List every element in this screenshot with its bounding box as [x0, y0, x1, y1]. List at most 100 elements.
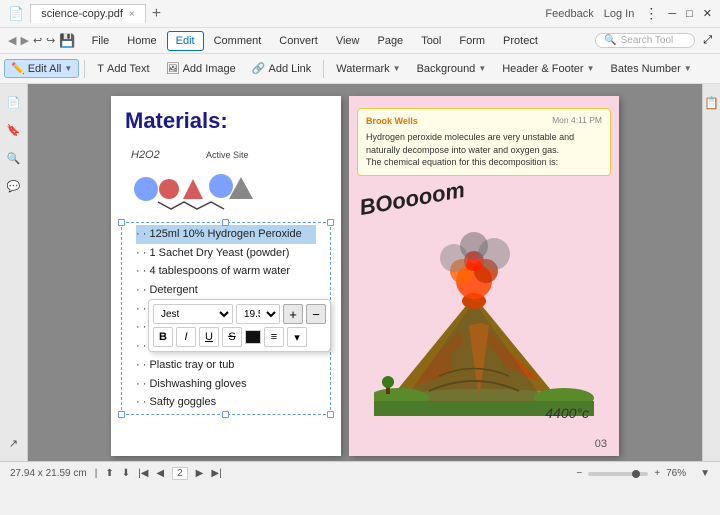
page-nav-prev[interactable]: ◀ [156, 468, 164, 479]
font-family-select[interactable]: Jest [153, 304, 233, 324]
menu-convert[interactable]: Convert [271, 32, 326, 50]
handle-tl[interactable] [118, 219, 125, 226]
main-toolbar: ✏️ Edit All ▼ T Add Text 🖼 Add Image 🔗 A… [0, 54, 720, 84]
handle-bm[interactable] [222, 411, 229, 418]
background-dropdown-arrow[interactable]: ▼ [478, 64, 486, 73]
menu-tool[interactable]: Tool [413, 32, 449, 50]
nav-back-button[interactable]: ◀ [8, 34, 16, 47]
zoom-in-button[interactable]: + [654, 468, 660, 479]
list-icon: ≡ [271, 331, 277, 343]
header-footer-button[interactable]: Header & Footer ▼ [495, 60, 601, 78]
page-nav-end[interactable]: ▶| [211, 468, 221, 479]
add-text-button[interactable]: T Add Text [90, 60, 156, 78]
search-icon: 🔍 [604, 35, 616, 46]
zoom-out-button[interactable]: − [576, 468, 582, 479]
more-options-button[interactable]: ▾ [287, 327, 307, 347]
new-tab-button[interactable]: + [152, 5, 161, 23]
page-nav-next[interactable]: ▶ [196, 468, 204, 479]
upload-icon[interactable]: ⬆ [105, 468, 113, 479]
menu-home[interactable]: Home [119, 32, 164, 50]
main-content: Materials: H2O2 Active Site [28, 84, 720, 461]
search-box[interactable]: 🔍 Search Tool [595, 33, 695, 48]
document-container: Materials: H2O2 Active Site [28, 84, 702, 461]
list-item-3: · Detergent [136, 281, 316, 300]
browser-nav-icon[interactable]: ⤢ [703, 34, 712, 47]
save-button[interactable]: 💾 [59, 33, 75, 49]
edit-all-button[interactable]: ✏️ Edit All ▼ [4, 59, 79, 78]
menu-comment[interactable]: Comment [206, 32, 270, 50]
feedback-link[interactable]: Feedback [545, 8, 593, 20]
list-item-2: · 4 tablespoons of warm water [136, 262, 316, 281]
list-item-7: · Plastic tray or tub [136, 356, 316, 375]
zoom-thumb [632, 470, 640, 478]
zoom-slider[interactable] [588, 472, 648, 476]
underline-button[interactable]: U [199, 327, 219, 347]
login-link[interactable]: Log In [604, 8, 635, 20]
menu-page[interactable]: Page [369, 32, 411, 50]
sidebar-bookmark-icon[interactable]: 🔖 [4, 120, 24, 140]
handle-tm[interactable] [222, 219, 229, 226]
close-tab-button[interactable]: × [129, 9, 135, 20]
handle-br[interactable] [327, 411, 334, 418]
add-image-button[interactable]: 🖼 Add Image [159, 59, 243, 78]
separator-1 [84, 60, 85, 78]
zoom-level: 76% [666, 468, 694, 479]
title-bar-right: Feedback Log In ⋮ ─ □ ✕ [545, 5, 712, 22]
tab-label: science-copy.pdf [41, 8, 123, 20]
italic-button[interactable]: I [176, 327, 196, 347]
sidebar-search-icon[interactable]: 🔍 [4, 148, 24, 168]
search-placeholder: Search Tool [621, 35, 674, 46]
volcano-area [349, 196, 619, 436]
background-button[interactable]: Background ▼ [410, 60, 494, 78]
menu-edit[interactable]: Edit [167, 31, 204, 51]
maximize-button[interactable]: □ [686, 8, 693, 20]
watermark-button[interactable]: Watermark ▼ [329, 60, 407, 78]
handle-tr[interactable] [327, 219, 334, 226]
materials-heading: Materials: [111, 96, 341, 140]
handle-bl[interactable] [118, 411, 125, 418]
document-tab[interactable]: science-copy.pdf × [30, 4, 146, 23]
sidebar-share-icon[interactable]: ↗ [4, 433, 24, 453]
temp-text: 4400°c [545, 405, 589, 421]
annotation-box: Brook Wells Mon 4:11 PM Hydrogen peroxid… [357, 108, 611, 176]
toolbar-row-format: B I U S ≡ ▾ [153, 327, 326, 347]
close-window-button[interactable]: ✕ [703, 7, 712, 20]
download-icon[interactable]: ⬇ [122, 468, 130, 479]
add-text-icon: T [97, 63, 104, 75]
add-link-button[interactable]: 🔗 Add Link [245, 59, 319, 78]
chem-diagram: H2O2 Active Site [111, 140, 341, 220]
bates-number-dropdown-arrow[interactable]: ▼ [684, 64, 692, 73]
font-size-select[interactable]: 19.51 [236, 304, 280, 324]
watermark-dropdown-arrow[interactable]: ▼ [393, 64, 401, 73]
header-footer-dropdown-arrow[interactable]: ▼ [587, 64, 595, 73]
zoom-dropdown-arrow[interactable]: ▼ [700, 468, 710, 479]
bold-button[interactable]: B [153, 327, 173, 347]
menu-file[interactable]: File [84, 32, 118, 50]
minimize-button[interactable]: ─ [668, 8, 676, 20]
menu-protect[interactable]: Protect [495, 32, 546, 50]
edit-all-dropdown-arrow[interactable]: ▼ [64, 64, 72, 73]
color-picker-box[interactable] [245, 330, 261, 344]
svg-text:Active Site: Active Site [206, 150, 249, 160]
page-nav-start[interactable]: |◀ [138, 468, 148, 479]
redo-button[interactable]: ↪ [46, 34, 55, 47]
menu-view[interactable]: View [328, 32, 368, 50]
list-item-1: · 1 Sachet Dry Yeast (powder) [136, 244, 316, 263]
nav-forward-button[interactable]: ▶ [20, 34, 28, 47]
menu-form[interactable]: Form [451, 32, 493, 50]
menu-dots[interactable]: ⋮ [644, 5, 658, 22]
decrease-size-button[interactable]: − [306, 304, 326, 324]
list-style-button[interactable]: ≡ [264, 327, 284, 347]
page-current[interactable]: 2 [172, 467, 188, 480]
sidebar-comment-icon[interactable]: 💬 [4, 176, 24, 196]
bates-number-button[interactable]: Bates Number ▼ [603, 60, 698, 78]
page-area: 📄 🔖 🔍 💬 ↗ Materials: H2O2 Active Site [0, 84, 720, 461]
list-item-9: · Safty goggles [136, 393, 316, 412]
sidebar-page-icon[interactable]: 📄 [4, 92, 24, 112]
strikethrough-button[interactable]: S [222, 327, 242, 347]
annotation-author: Brook Wells [366, 116, 418, 126]
increase-size-button[interactable]: + [283, 304, 303, 324]
right-sidebar-icon[interactable]: 📋 [704, 96, 719, 110]
document-dimensions: 27.94 x 21.59 cm [10, 468, 87, 479]
undo-button[interactable]: ↩ [33, 34, 42, 47]
